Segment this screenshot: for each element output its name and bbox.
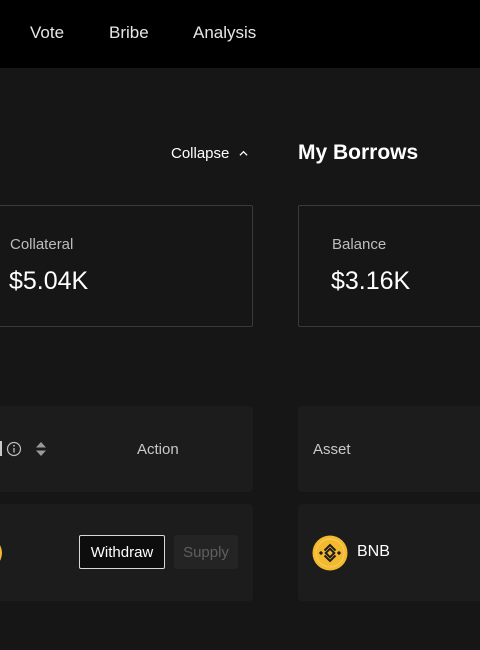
balance-value: $3.16K — [331, 267, 411, 295]
balance-card: Balance $3.16K — [298, 205, 480, 327]
sort-icon[interactable] — [35, 441, 47, 457]
balance-label: Balance — [332, 236, 387, 253]
chevron-up-icon — [239, 150, 248, 156]
supply-button[interactable]: Supply — [174, 535, 238, 569]
collateral-value: $5.04K — [9, 267, 89, 295]
action-header: Action — [137, 441, 179, 458]
collateral-label: Collateral — [10, 236, 74, 253]
borrow-table-header: Asset — [298, 406, 480, 492]
borrow-table-row: BNB — [298, 504, 480, 601]
nav-item-vote[interactable]: Vote — [30, 23, 64, 43]
bnb-token-icon — [312, 535, 348, 571]
asset-name: BNB — [357, 543, 390, 560]
withdraw-button[interactable]: Withdraw — [79, 535, 165, 569]
my-borrows-title: My Borrows — [298, 141, 419, 164]
collateral-card: Collateral $5.04K — [0, 205, 253, 327]
top-nav-bar: Vote Bribe Analysis — [0, 0, 480, 68]
nav-item-analysis[interactable]: Analysis — [193, 23, 256, 43]
asset-header: Asset — [313, 441, 351, 458]
truncated-header-fragment — [0, 441, 2, 456]
token-icon-partial — [0, 545, 2, 561]
supply-table-header: Action — [0, 406, 253, 492]
collapse-label: Collapse — [171, 145, 230, 162]
nav-item-bribe[interactable]: Bribe — [109, 23, 149, 43]
info-icon[interactable] — [6, 441, 22, 457]
collapse-toggle[interactable]: Collapse — [171, 145, 248, 162]
